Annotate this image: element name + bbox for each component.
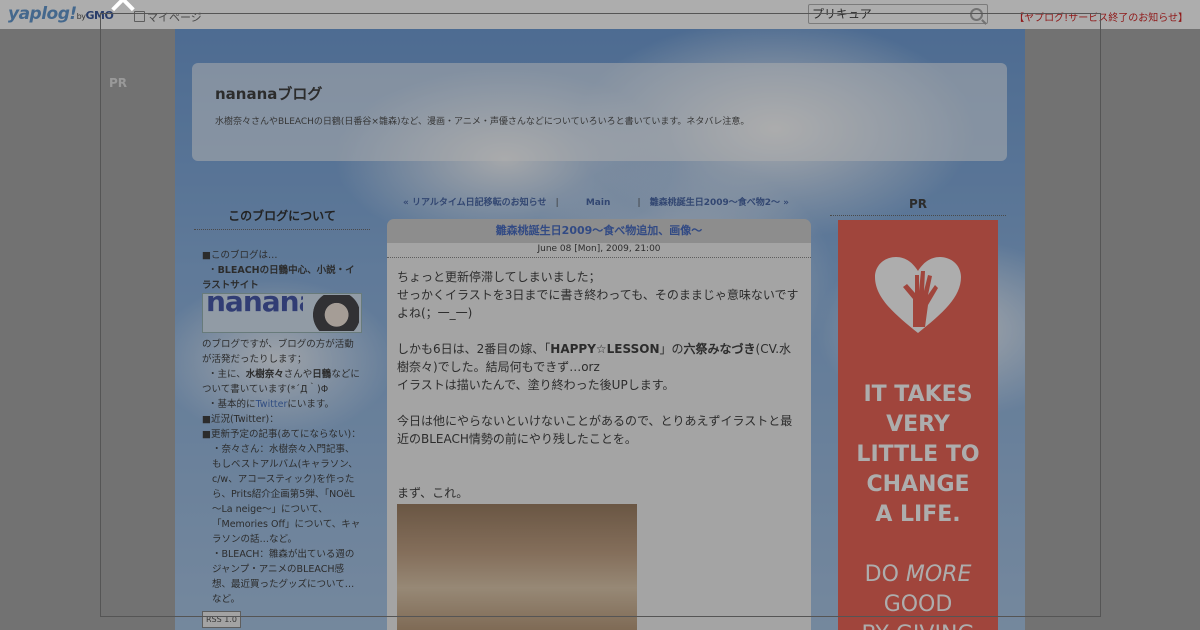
close-icon[interactable]: ✕ [100,0,146,21]
modal-frame [100,13,1101,617]
